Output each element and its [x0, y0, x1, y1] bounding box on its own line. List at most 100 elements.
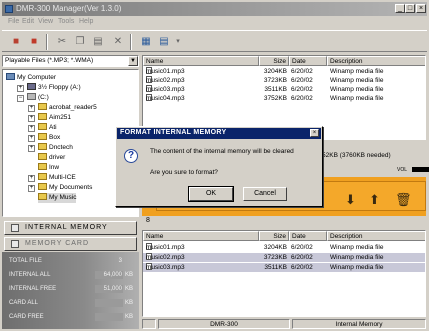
- expand-icon[interactable]: +: [28, 145, 35, 152]
- menu-tools[interactable]: Tools: [58, 18, 74, 25]
- file-size: 3511KB: [264, 86, 287, 93]
- tree-node-label: Dnctech: [49, 144, 73, 151]
- toolbar: ■ ■ ✂ ❐ ▤ ✕ ▦ ▤ ▾: [2, 30, 427, 52]
- folder-icon: [38, 153, 47, 160]
- tree-node-folder[interactable]: Inw: [38, 163, 59, 173]
- column-size[interactable]: Size: [259, 231, 289, 241]
- file-date: 6/20/02: [291, 244, 313, 251]
- expand-icon[interactable]: +: [28, 125, 35, 132]
- dialog-message: The content of the internal memory will …: [150, 148, 294, 155]
- file-row[interactable]: music01.mp3 3204KB 6/20/02 Winamp media …: [143, 67, 425, 76]
- expand-icon[interactable]: +: [28, 175, 35, 182]
- properties-icon[interactable]: ▦: [138, 35, 154, 49]
- file-date: 6/20/02: [291, 264, 313, 271]
- file-date: 6/20/02: [291, 95, 313, 102]
- file-row[interactable]: music01.mp3 3204KB 6/20/02 Winamp media …: [143, 243, 425, 252]
- file-type-filter[interactable]: Playable Files (*.MP3; *.WMA) ▼: [2, 55, 139, 67]
- stat-label: CARD ALL: [9, 300, 39, 306]
- maximize-button[interactable]: □: [405, 4, 415, 13]
- new-folder-icon[interactable]: ■: [8, 35, 24, 49]
- expand-icon[interactable]: +: [28, 185, 35, 192]
- column-name[interactable]: Name: [143, 231, 259, 241]
- file-size: 3723KB: [263, 77, 287, 84]
- file-description: Winamp media file: [330, 264, 384, 271]
- internal-memory-button[interactable]: INTERNAL MEMORY: [4, 221, 137, 235]
- floppy-icon: [27, 83, 36, 90]
- menu-file[interactable]: File: [8, 18, 19, 25]
- file-size: 3204KB: [263, 68, 287, 75]
- stat-row: INTERNAL FREE 51,000 KB: [2, 283, 139, 295]
- tree-node-folder[interactable]: Aim251: [38, 113, 71, 123]
- expand-icon[interactable]: +: [28, 115, 35, 122]
- open-icon[interactable]: ■: [26, 35, 42, 49]
- folder-icon: [38, 163, 47, 170]
- file-name: music03.mp3: [146, 86, 185, 93]
- column-size[interactable]: Size: [259, 56, 289, 66]
- menu-help[interactable]: Help: [79, 18, 93, 25]
- folder-icon: [38, 183, 47, 190]
- tree-node-label: acrobat_reader5: [49, 104, 97, 111]
- minimize-button[interactable]: _: [395, 4, 405, 13]
- file-size: 3723KB: [263, 254, 287, 261]
- tree-node-folder[interactable]: My Documents: [38, 183, 92, 193]
- dialog-title-bar: FORMAT INTERNAL MEMORY ×: [117, 128, 321, 139]
- list-header: Name Size Date Description: [143, 231, 425, 241]
- cancel-button[interactable]: Cancel: [243, 187, 287, 201]
- tree-node-folder[interactable]: My Music: [38, 193, 77, 203]
- file-row[interactable]: music04.mp3 3752KB 6/20/02 Winamp media …: [143, 94, 425, 103]
- view-dropdown-icon[interactable]: ▾: [170, 35, 186, 49]
- column-name[interactable]: Name: [143, 56, 259, 66]
- dialog-close-button[interactable]: ×: [310, 129, 319, 137]
- memory-card-button[interactable]: MEMORY CARD: [4, 237, 137, 251]
- trash-icon[interactable]: 🗑: [395, 192, 412, 208]
- tree-node-c-drive[interactable]: (C:): [27, 93, 49, 103]
- tree-node-floppy[interactable]: 3½ Floppy (A:): [27, 83, 81, 93]
- download-arrow-icon[interactable]: ⬇: [345, 192, 356, 208]
- stat-row: CARD FREE KB: [2, 311, 139, 323]
- menu-view[interactable]: View: [38, 18, 53, 25]
- file-row[interactable]: music02.mp3 3723KB 6/20/02 Winamp media …: [143, 76, 425, 85]
- tree-node-folder[interactable]: Dnctech: [38, 143, 73, 153]
- tree-node-label: My Music: [49, 194, 77, 201]
- chevron-down-icon[interactable]: ▼: [128, 56, 138, 66]
- stat-value-box: [95, 313, 123, 321]
- delete-icon[interactable]: ✕: [110, 35, 126, 49]
- column-description[interactable]: Description: [327, 56, 425, 66]
- copy-icon[interactable]: ❐: [72, 35, 88, 49]
- stat-unit: KB: [125, 300, 134, 306]
- folder-icon: [38, 103, 47, 110]
- stat-value-box: [95, 299, 123, 307]
- paste-icon[interactable]: ▤: [90, 35, 106, 49]
- column-description[interactable]: Description: [327, 231, 425, 241]
- file-row[interactable]: music03.mp3 3511KB 6/20/02 Winamp media …: [143, 263, 425, 272]
- panel-tab-icon[interactable]: 8: [146, 217, 156, 227]
- collapse-icon[interactable]: −: [17, 95, 24, 102]
- tree-node-folder[interactable]: driver: [38, 153, 65, 163]
- tree-node-folder[interactable]: Box: [38, 133, 60, 143]
- column-date[interactable]: Date: [289, 231, 327, 241]
- expand-icon[interactable]: +: [17, 85, 24, 92]
- file-row[interactable]: music03.mp3 3511KB 6/20/02 Winamp media …: [143, 85, 425, 94]
- tree-node-folder[interactable]: acrobat_reader5: [38, 103, 97, 113]
- expand-icon[interactable]: +: [28, 135, 35, 142]
- tree-node-label: My Documents: [49, 184, 93, 191]
- stat-unit: KB: [125, 286, 134, 292]
- computer-icon: [6, 73, 15, 80]
- question-icon: ?: [124, 149, 138, 163]
- cut-icon[interactable]: ✂: [54, 35, 70, 49]
- tree-node-folder[interactable]: Ati: [38, 123, 57, 133]
- tree-node-folder[interactable]: Multi-ICE: [38, 173, 76, 183]
- file-date: 6/20/02: [291, 77, 313, 84]
- expand-icon[interactable]: +: [28, 105, 35, 112]
- ok-button[interactable]: OK: [188, 186, 234, 202]
- tree-node-my-computer[interactable]: My Computer: [6, 73, 56, 83]
- file-row[interactable]: music02.mp3 3723KB 6/20/02 Winamp media …: [143, 253, 425, 262]
- tree-node-label: (C:): [38, 94, 49, 101]
- window-title: DMR-300 Manager(Ver 1.3.0): [16, 4, 122, 13]
- upload-arrow-icon[interactable]: ⬆: [369, 192, 380, 208]
- close-button[interactable]: ×: [416, 4, 426, 13]
- stat-label: CARD FREE: [9, 314, 44, 320]
- volume-slider[interactable]: [412, 167, 429, 172]
- menu-edit[interactable]: Edit: [22, 18, 34, 25]
- column-date[interactable]: Date: [289, 56, 327, 66]
